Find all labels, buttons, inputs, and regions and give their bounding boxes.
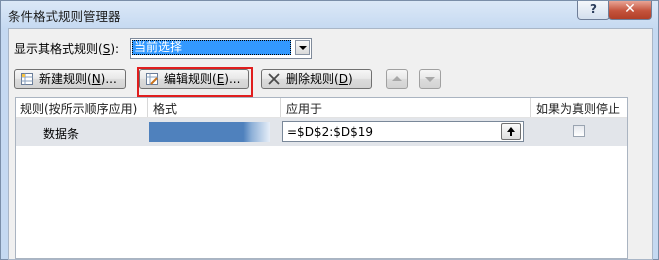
close-button[interactable]: ✕: [608, 1, 652, 20]
delete-x-icon: [268, 73, 280, 85]
move-up-button[interactable]: [386, 69, 408, 89]
show-rules-label: 显示其格式规则(S):: [14, 42, 120, 56]
collapse-dialog-icon: [507, 127, 515, 136]
show-rules-dropdown[interactable]: 当前选择: [130, 38, 312, 59]
range-select-button[interactable]: [501, 123, 521, 140]
delete-rule-label: 删除规则(D): [286, 72, 353, 86]
new-rule-button[interactable]: 新建规则(N)...: [14, 69, 126, 89]
show-rules-selected-value: 当前选择: [132, 40, 291, 55]
stop-if-true-checkbox[interactable]: [573, 125, 585, 137]
dialog-scrollbar[interactable]: [635, 97, 651, 259]
rules-manager-dialog: 条件格式规则管理器 ? ✕ 显示其格式规则(S): 当前选择 新建规则(N)..…: [0, 0, 659, 260]
delete-rule-button[interactable]: 删除规则(D): [261, 69, 372, 89]
dialog-title: 条件格式规则管理器: [8, 9, 121, 24]
header-stop-if-true: 如果为真则停止: [536, 102, 621, 116]
chevron-down-icon[interactable]: [295, 40, 310, 55]
header-applies-to: 应用于: [286, 102, 323, 116]
table-row[interactable]: 数据条 =$D$2:$D$19: [16, 118, 627, 146]
title-bar[interactable]: 条件格式规则管理器 ? ✕: [1, 1, 658, 27]
rules-table-header: 规则(按所示顺序应用) 格式 应用于 如果为真则停止: [16, 98, 627, 118]
dialog-body: 显示其格式规则(S): 当前选择 新建规则(N)... 编辑规则(E)... 删…: [8, 28, 653, 260]
header-format: 格式: [153, 102, 178, 116]
header-rule: 规则(按所示顺序应用): [20, 102, 138, 116]
applies-to-value: =$D$2:$D$19: [287, 125, 374, 139]
rules-table: 规则(按所示顺序应用) 格式 应用于 如果为真则停止 数据条 =$D$2:$D$…: [15, 97, 628, 259]
new-rule-label: 新建规则(N)...: [39, 72, 117, 86]
format-preview-data-bar: [149, 122, 270, 142]
new-rule-icon: [21, 73, 33, 85]
arrow-up-icon: [392, 76, 402, 81]
help-button[interactable]: ?: [577, 1, 610, 20]
edit-rule-highlight-box: [137, 67, 253, 97]
rule-name: 数据条: [43, 127, 80, 141]
arrow-down-icon: [425, 77, 435, 82]
applies-to-input[interactable]: =$D$2:$D$19: [282, 121, 524, 142]
move-down-button[interactable]: [419, 69, 441, 89]
